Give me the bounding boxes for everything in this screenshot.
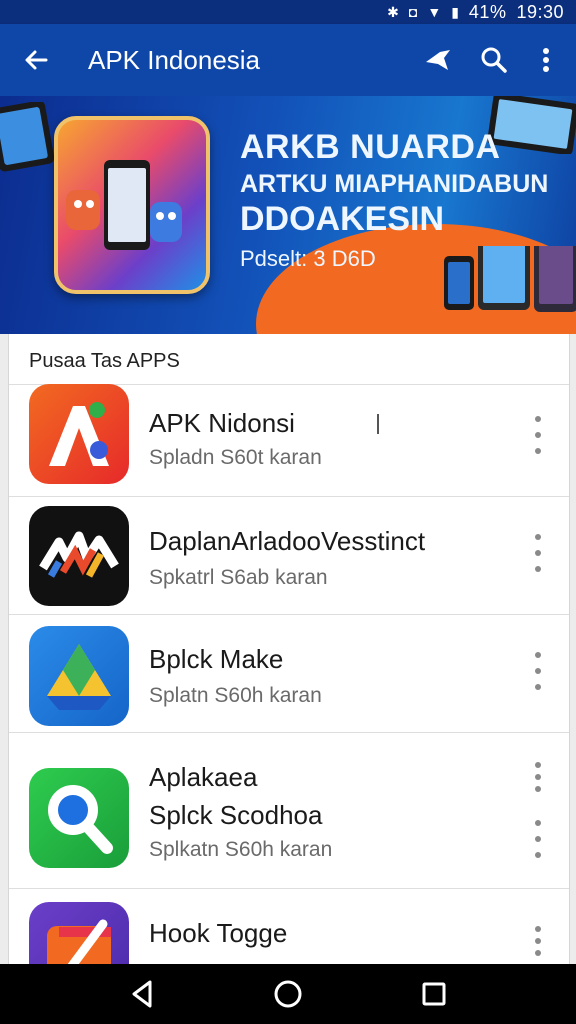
search-icon[interactable] — [478, 44, 510, 76]
app-list-item[interactable]: Bplck Make Splatn S60h karan — [9, 614, 569, 732]
more-vert-icon[interactable] — [531, 412, 545, 460]
wifi-icon: ▼ — [427, 4, 442, 20]
banner-headline-3: DDOAKESIN — [240, 200, 445, 238]
battery-icon: ▮ — [451, 4, 459, 20]
bluetooth-icon: ✱ — [387, 4, 399, 20]
app-description: Splatn S60h karan — [149, 684, 322, 707]
nav-home-icon[interactable] — [272, 978, 304, 1010]
app-list-item[interactable]: Hook Togge — [9, 888, 569, 1002]
app-description: Splkatn S60h karan — [149, 838, 333, 861]
more-vert-icon[interactable] — [531, 758, 545, 792]
promo-banner[interactable]: ARKB NUARDA ARTKU MIAPHANIDABUN DDOAKESI… — [0, 96, 576, 334]
app-name: APK Nidonsi — [149, 408, 295, 438]
battery-percent: 41% — [468, 2, 507, 22]
app-list-item[interactable]: APK Nidonsi Spladn S60t karan — [9, 384, 569, 496]
more-vert-icon[interactable] — [531, 648, 545, 696]
app-list-item[interactable]: Aplakaea Splck Scodhoa Splkatn S60h kara… — [9, 732, 569, 888]
red-a-logo-icon — [29, 384, 129, 484]
nfc-icon: ◘ — [408, 4, 418, 20]
devices-illustration — [444, 246, 576, 312]
app-name: Bplck Make — [149, 644, 284, 674]
nav-back-icon[interactable] — [126, 978, 158, 1010]
more-vert-icon[interactable] — [531, 816, 545, 864]
tablet-illustration — [488, 96, 576, 154]
triangle-drive-logo-icon — [29, 626, 129, 726]
page-title: APK Indonesia — [88, 45, 261, 75]
app-name: DaplanArladooVesstinct — [149, 526, 426, 556]
tablet-illustration — [0, 102, 55, 172]
app-name-secondary: Splck Scodhoa — [149, 800, 323, 830]
arrow-back-icon[interactable] — [20, 44, 52, 76]
app-description: Spladn S60t karan — [149, 446, 322, 469]
banner-artwork — [54, 116, 210, 294]
share-icon[interactable] — [422, 44, 454, 76]
more-vert-icon[interactable] — [530, 44, 562, 76]
app-list-card: Pusaa Tas APPS APK Nidonsi Spladn S60t k… — [8, 334, 570, 1002]
nav-recents-icon[interactable] — [418, 978, 450, 1010]
status-icons: ✱ ◘ ▼ ▮ 41% 19:30 — [387, 2, 564, 22]
app-name: Hook Togge — [149, 918, 288, 948]
clock: 19:30 — [516, 2, 564, 22]
more-vert-icon[interactable] — [531, 922, 545, 956]
text-cursor — [377, 414, 379, 434]
app-list-item[interactable]: DaplanArladooVesstinct Spkatrl S6ab kara… — [9, 496, 569, 614]
more-vert-icon[interactable] — [531, 530, 545, 578]
status-bar: ✱ ◘ ▼ ▮ 41% 19:30 — [0, 0, 576, 24]
banner-headline-1: ARKB NUARDA — [240, 128, 501, 166]
system-nav-bar — [0, 964, 576, 1024]
colorful-wave-logo-icon — [29, 506, 129, 606]
banner-headline-2: ARTKU MIAPHANIDABUN — [240, 170, 549, 198]
magnifier-logo-icon — [29, 768, 129, 868]
section-title: Pusaa Tas APPS — [29, 350, 180, 372]
app-name: Aplakaea — [149, 762, 258, 792]
app-description: Spkatrl S6ab karan — [149, 566, 328, 589]
banner-subline: Pdselt: 3 D6D — [240, 246, 376, 271]
app-bar: APK Indonesia — [0, 24, 576, 96]
